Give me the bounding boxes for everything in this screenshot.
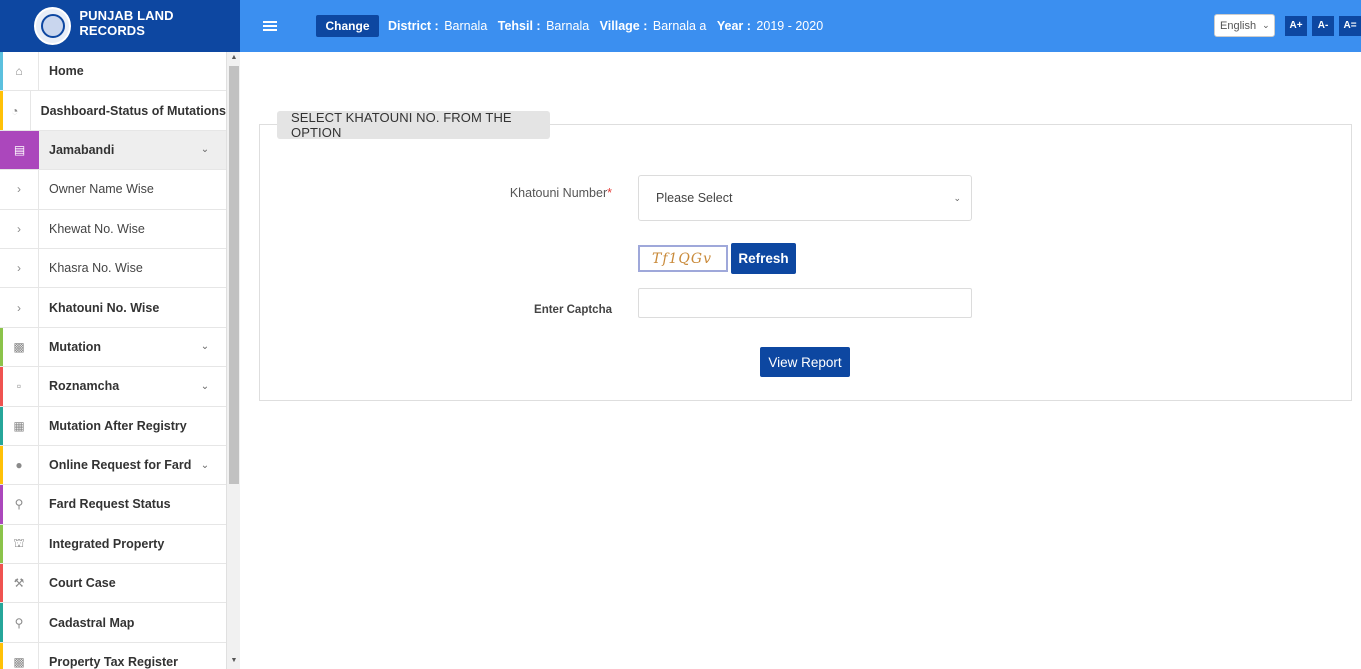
district-value: Barnala	[444, 19, 488, 33]
language-select[interactable]: English ⌄	[1214, 14, 1275, 37]
font-decrease-button[interactable]: A-	[1312, 15, 1334, 36]
refresh-captcha-button[interactable]: Refresh	[731, 243, 796, 274]
punjab-emblem-logo	[34, 7, 72, 45]
khatouni-number-label: Khatouni Number*	[460, 186, 612, 200]
required-mark: *	[607, 186, 612, 200]
scroll-up-arrow-icon[interactable]: ▲	[227, 52, 241, 64]
scroll-down-arrow-icon[interactable]: ▼	[227, 655, 241, 667]
language-value: English	[1220, 19, 1257, 32]
tehsil-value: Barnala	[546, 19, 590, 33]
sidebar-item-mutation-after-registry[interactable]: ▦ Mutation After Registry	[0, 406, 226, 446]
chevron-down-icon: ⌄	[200, 380, 210, 392]
book-icon: ▫	[0, 367, 39, 406]
home-icon: ⌂	[0, 52, 39, 91]
sidebar-item-label: Court Case	[49, 576, 116, 591]
register-icon: ▩	[0, 642, 39, 669]
chevron-down-icon: ⌄	[1262, 20, 1270, 30]
sidebar-item-cadastral-map[interactable]: ⚲ Cadastral Map	[0, 603, 226, 643]
sidebar-item-dashboard[interactable]: ◔ Dashboard-Status of Mutations	[0, 91, 226, 131]
sidebar-scrollbar[interactable]: ▲ ▼	[226, 52, 240, 669]
sidebar-item-label: Khasra No. Wise	[49, 261, 143, 276]
sidebar-item-court-case[interactable]: ⚒ Court Case	[0, 564, 226, 604]
sidebar-subitem-owner-name-wise[interactable]: › Owner Name Wise	[0, 170, 226, 210]
chevron-down-icon: ⌄	[200, 459, 210, 471]
district-label: District :	[388, 19, 439, 33]
chevron-right-icon: ›	[0, 170, 39, 209]
sidebar-item-label: Roznamcha	[49, 379, 120, 394]
sidebar-item-property-tax-register[interactable]: ▩ Property Tax Register	[0, 642, 226, 669]
chevron-right-icon: ›	[0, 248, 39, 288]
sidebar-item-label: Khewat No. Wise	[49, 221, 145, 236]
sidebar-item-label: Dashboard-Status of Mutations	[40, 103, 226, 118]
sidebar-item-roznamcha[interactable]: ▫ Roznamcha ⌄	[0, 367, 226, 407]
village-value: Barnala a	[652, 19, 707, 33]
chevron-down-icon: ⌄	[953, 192, 961, 203]
hamburger-menu-icon[interactable]	[263, 21, 277, 31]
khatouni-number-select[interactable]: Please Select ⌄	[638, 175, 972, 221]
sidebar-item-label: Home	[49, 64, 84, 79]
sidebar-item-label: Online Request for Fard	[49, 458, 192, 473]
sidebar-item-label: Owner Name Wise	[49, 182, 154, 197]
sidebar-item-label: Fard Request Status	[49, 497, 171, 512]
scrollbar-thumb[interactable]	[229, 66, 239, 484]
search-icon: ⚲	[0, 485, 39, 524]
sidebar-item-label: Mutation After Registry	[49, 418, 187, 433]
sidebar-nav: ⌂ Home ◔ Dashboard-Status of Mutations ▤…	[0, 52, 226, 669]
brand-title: PUNJAB LAND RECORDS	[79, 8, 174, 38]
captcha-image: Tf1QGv	[638, 245, 728, 272]
khatouni-label-text: Khatouni Number	[509, 186, 608, 200]
file-icon: ▩	[0, 327, 39, 367]
gavel-icon: ⚒	[0, 564, 39, 603]
briefcase-icon: ▦	[0, 406, 39, 445]
sidebar-item-mutation[interactable]: ▩ Mutation ⌄	[0, 327, 226, 368]
view-report-button[interactable]: View Report	[760, 347, 850, 377]
sidebar-subitem-khatouni-no-wise[interactable]: › Khatouni No. Wise	[0, 288, 226, 328]
chevron-right-icon: ›	[0, 209, 39, 248]
tehsil-label: Tehsil :	[497, 19, 541, 33]
sidebar-item-fard-request-status[interactable]: ⚲ Fard Request Status	[0, 485, 226, 525]
sidebar-item-label: Integrated Property	[49, 536, 165, 551]
jamabandi-icon: ▤	[0, 130, 39, 170]
location-summary: District : Barnala Tehsil : Barnala Vill…	[385, 19, 827, 33]
sidebar-item-label: Cadastral Map	[49, 615, 135, 630]
khatouni-selected-value: Please Select	[656, 191, 733, 205]
chevron-down-icon: ⌄	[200, 341, 210, 353]
year-value: 2019 - 2020	[756, 19, 824, 33]
dashboard-icon: ◔	[0, 91, 31, 130]
enter-captcha-label: Enter Captcha	[534, 304, 612, 316]
sidebar-item-label: Property Tax Register	[49, 655, 178, 669]
drop-icon: ●	[0, 445, 39, 485]
brand-header: PUNJAB LAND RECORDS	[0, 0, 240, 52]
section-title: SELECT KHATOUNI NO. FROM THE OPTION	[277, 110, 550, 140]
sidebar-item-jamabandi[interactable]: ▤ Jamabandi ⌄	[0, 130, 226, 171]
sidebar-item-integrated-property[interactable]: ⛫ Integrated Property	[0, 524, 226, 565]
sidebar-item-online-request-fard[interactable]: ● Online Request for Fard ⌄	[0, 445, 226, 486]
font-reset-button[interactable]: A=	[1339, 15, 1361, 36]
sidebar-subitem-khewat-no-wise[interactable]: › Khewat No. Wise	[0, 209, 226, 249]
village-label: Village :	[599, 19, 648, 33]
bank-icon: ⛫	[0, 524, 39, 564]
year-label: Year :	[716, 19, 751, 33]
chevron-down-icon: ⌄	[200, 144, 210, 156]
sidebar-item-label: Jamabandi	[49, 142, 115, 157]
chevron-right-icon: ›	[0, 288, 39, 327]
font-increase-button[interactable]: A+	[1285, 15, 1307, 36]
sidebar-item-home[interactable]: ⌂ Home	[0, 52, 226, 92]
change-location-button[interactable]: Change	[316, 15, 379, 37]
captcha-input[interactable]	[638, 288, 972, 318]
sidebar-item-label: Mutation	[49, 339, 102, 354]
top-bar: Change District : Barnala Tehsil : Barna…	[240, 0, 1361, 52]
header-tools: English ⌄ A+ A- A=	[1214, 14, 1361, 37]
map-pin-icon: ⚲	[0, 603, 39, 642]
sidebar-item-label: Khatouni No. Wise	[49, 300, 160, 315]
sidebar-subitem-khasra-no-wise[interactable]: › Khasra No. Wise	[0, 248, 226, 289]
